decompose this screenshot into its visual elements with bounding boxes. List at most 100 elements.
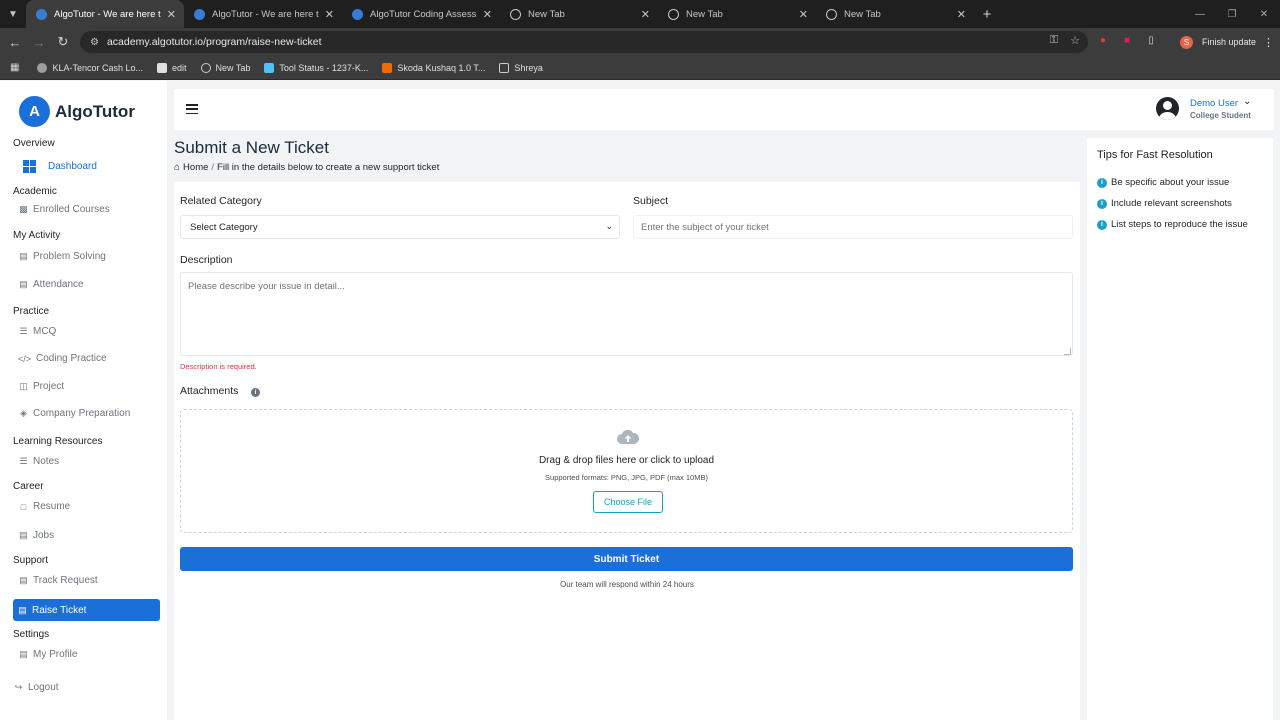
category-label: Related Category [180, 195, 262, 207]
sidebar-item-notes[interactable]: ☰ Notes [18, 456, 59, 467]
browser-tab[interactable]: AlgoTutor - We are here to bu ✕ [184, 0, 342, 28]
resize-handle-icon[interactable] [1064, 348, 1071, 355]
tab-title: AlgoTutor - We are here to bu [54, 8, 161, 20]
bookmark-item[interactable]: KLA-Tencor Cash Lo... [37, 62, 143, 73]
algotutor-favicon-icon [352, 8, 363, 20]
sidebar-item-jobs[interactable]: ▤ Jobs [18, 530, 54, 541]
choose-file-button[interactable]: Choose File [593, 491, 663, 513]
ticket-icon: ▤ [19, 575, 28, 585]
close-window-icon[interactable]: ✕ [1248, 9, 1280, 20]
project-diagram-icon: ◫ [19, 381, 28, 391]
category-select[interactable]: Select Category ⌄ [180, 215, 620, 239]
close-tab-icon[interactable]: ✕ [957, 8, 966, 21]
tab-title: New Tab [686, 8, 723, 20]
extensions-puzzle-icon[interactable]: ▯ [1144, 34, 1158, 48]
bookmark-star-icon[interactable]: ☆ [1070, 34, 1080, 47]
sidebar-item-logout[interactable]: ↪ Logout [13, 682, 59, 693]
sidebar-item-mcq[interactable]: ☰ MCQ [18, 326, 56, 337]
description-textarea[interactable] [180, 272, 1073, 356]
subject-input[interactable] [633, 215, 1073, 239]
close-tab-icon[interactable]: ✕ [641, 8, 650, 21]
section-settings: Settings [13, 629, 50, 640]
layers-icon: ☰ [19, 456, 28, 466]
company-icon: ◈ [20, 408, 27, 418]
finish-update-button[interactable]: S Finish update ⋮ [1180, 33, 1274, 51]
chevron-down-icon[interactable]: ⌄ [1243, 96, 1251, 107]
tab-search-icon[interactable]: ▼ [0, 0, 26, 28]
maximize-icon[interactable]: ❐ [1216, 9, 1248, 20]
ticket-form: Related Category Select Category ⌄ Subje… [174, 182, 1080, 720]
sidebar-item-coding-practice[interactable]: </> Coding Practice [18, 353, 107, 364]
sidebar-item-resume[interactable]: □ Resume [18, 501, 70, 512]
hamburger-menu-icon[interactable] [186, 104, 198, 114]
algotutor-favicon-icon [194, 8, 205, 20]
code-icon: </> [18, 353, 32, 364]
submit-ticket-button[interactable]: Submit Ticket [180, 547, 1073, 571]
sidebar-item-project[interactable]: ◫ Project [18, 381, 64, 392]
close-tab-icon[interactable]: ✕ [483, 8, 492, 21]
section-career: Career [13, 481, 44, 492]
dashboard-grid-icon [23, 160, 36, 173]
finish-update-label: Finish update [1202, 37, 1257, 47]
address-bar[interactable]: ⚙ academy.algotutor.io/program/raise-new… [80, 31, 1088, 53]
description-label: Description [180, 254, 233, 266]
sidebar-item-dashboard[interactable]: Dashboard [23, 160, 97, 173]
globe-icon [826, 8, 837, 20]
browser-tab[interactable]: AlgoTutor Coding Assessment ✕ [342, 0, 500, 28]
file-dropzone[interactable]: Drag & drop files here or click to uploa… [180, 409, 1073, 533]
back-arrow-icon[interactable]: ← [3, 35, 27, 50]
tip-item: i Be specific about your issue [1097, 177, 1229, 188]
algotutor-logo[interactable]: A AlgoTutor [19, 96, 135, 127]
tips-panel: Tips for Fast Resolution i Be specific ab… [1087, 138, 1273, 720]
bookmark-item[interactable]: Skoda Kushaq 1.0 T... [382, 62, 485, 73]
sidebar-item-attendance[interactable]: ▤ Attendance [18, 279, 83, 290]
close-tab-icon[interactable]: ✕ [167, 8, 176, 21]
info-circle-icon: i [1097, 198, 1107, 209]
section-overview: Overview [13, 138, 55, 149]
tip-item: i List steps to reproduce the issue [1097, 219, 1248, 230]
window-controls: — ❐ ✕ [1184, 0, 1280, 28]
new-tab-plus-icon[interactable]: + [974, 0, 1000, 28]
section-support: Support [13, 555, 49, 566]
sidebar-item-track-request[interactable]: ▤ Track Request [18, 575, 97, 586]
browser-tab[interactable]: New Tab ✕ [816, 0, 974, 28]
extension-pink-icon[interactable]: ■ [1120, 34, 1134, 48]
browser-tab[interactable]: New Tab ✕ [500, 0, 658, 28]
bookmark-item[interactable]: New Tab [200, 62, 250, 73]
browser-tab[interactable]: AlgoTutor - We are here to bu ✕ [26, 0, 184, 28]
minimize-icon[interactable]: — [1184, 9, 1216, 20]
apps-grid-icon[interactable]: ▦ [10, 62, 19, 73]
forward-arrow-icon[interactable]: → [27, 35, 51, 50]
info-circle-icon: i [1097, 219, 1107, 230]
sidebar-item-my-profile[interactable]: ▤ My Profile [18, 649, 77, 660]
reload-icon[interactable]: ↻ [51, 34, 75, 50]
site-info-icon[interactable]: ⚙ [90, 37, 99, 48]
close-tab-icon[interactable]: ✕ [325, 8, 334, 21]
info-icon[interactable]: i [251, 388, 260, 397]
sidebar-item-company-preparation[interactable]: ◈ Company Preparation [18, 408, 130, 419]
bookmark-folder[interactable]: Shreya [499, 62, 543, 73]
list-icon: ☰ [19, 326, 28, 336]
breadcrumb-home-link[interactable]: Home [183, 162, 208, 173]
tip-item: i Include relevant screenshots [1097, 198, 1232, 209]
user-name[interactable]: Demo User [1190, 98, 1238, 109]
section-practice: Practice [13, 306, 50, 317]
top-header: Demo User College Student ⌄ [174, 89, 1274, 130]
more-menu-icon[interactable]: ⋮ [1263, 36, 1274, 49]
bookmark-item[interactable]: Tool Status - 1237-K... [264, 62, 368, 73]
user-role: College Student [1190, 111, 1251, 120]
page-title: Submit a New Ticket [174, 138, 329, 157]
sidebar-item-raise-ticket[interactable]: ▤ Raise Ticket [13, 599, 160, 621]
algotutor-favicon-icon [36, 8, 47, 20]
breadcrumb: ⌂ Home / Fill in the details below to cr… [174, 162, 439, 173]
close-tab-icon[interactable]: ✕ [799, 8, 808, 21]
sidebar-item-enrolled-courses[interactable]: ▩ Enrolled Courses [18, 204, 109, 215]
password-key-icon[interactable]: ⚿ [1050, 34, 1058, 47]
sidebar-item-problem-solving[interactable]: ▤ Problem Solving [18, 251, 106, 262]
user-avatar-icon[interactable] [1156, 97, 1179, 120]
extension-red-icon[interactable]: ● [1096, 34, 1110, 48]
browser-tab[interactable]: New Tab ✕ [658, 0, 816, 28]
home-icon: ⌂ [174, 162, 181, 173]
bookmark-item[interactable]: edit [157, 62, 187, 73]
profile-avatar-icon[interactable]: S [1180, 35, 1193, 49]
